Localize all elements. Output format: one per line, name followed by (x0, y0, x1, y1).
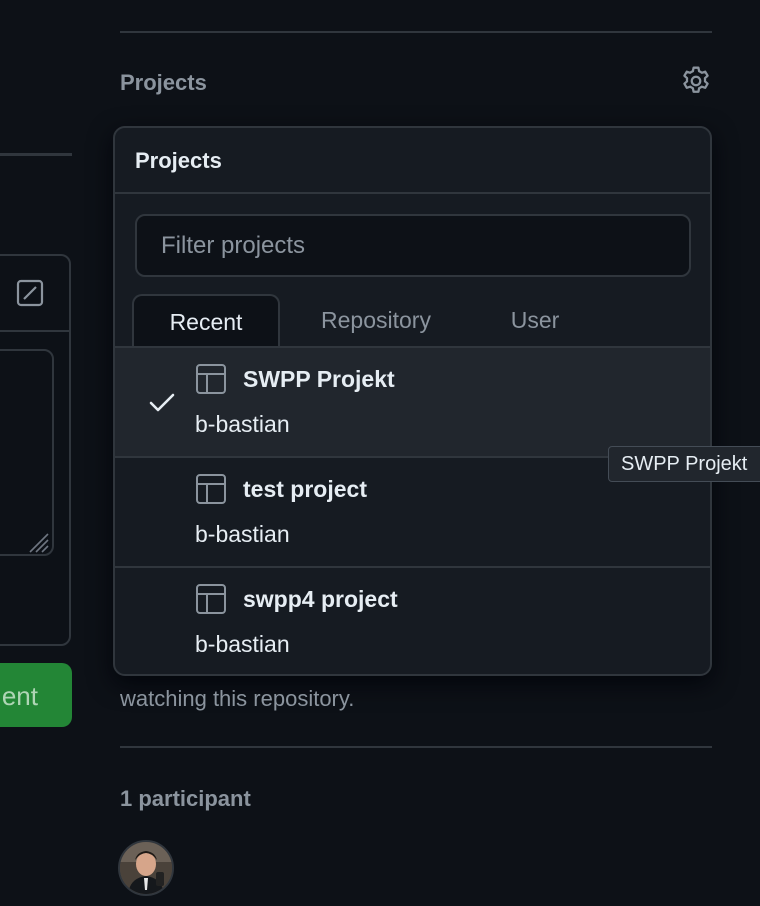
project-name: test project (243, 476, 367, 502)
project-tabs: Recent Repository User (115, 294, 710, 348)
project-name: swpp4 project (243, 586, 398, 612)
tab-repository[interactable]: Repository (295, 294, 457, 346)
project-owner: b-bastian (195, 631, 290, 657)
participants-divider (120, 746, 712, 748)
comment-box-header-divider (0, 330, 71, 332)
check-icon (147, 390, 177, 416)
project-name-tooltip: SWPP Projekt (608, 446, 760, 482)
tab-user[interactable]: User (475, 294, 595, 346)
timeline-divider (0, 153, 72, 156)
projects-sidebar-heading: Projects (120, 70, 207, 95)
popover-title: Projects (135, 148, 222, 173)
project-owner: b-bastian (195, 411, 290, 437)
comment-submit-button[interactable]: ent (0, 663, 72, 727)
participants-heading: 1 participant (120, 786, 251, 811)
top-divider (120, 31, 712, 33)
gear-icon[interactable] (679, 64, 713, 98)
watching-notice: watching this repository. (120, 686, 355, 711)
markdown-toggle-icon[interactable] (16, 279, 44, 307)
resize-grip-icon[interactable] (26, 530, 52, 556)
comment-submit-label: ent (1, 681, 38, 711)
table-icon (195, 583, 227, 615)
table-icon (195, 363, 227, 395)
filter-projects-input[interactable] (135, 214, 691, 277)
comment-textarea[interactable] (0, 349, 54, 556)
avatar[interactable] (118, 840, 174, 896)
projects-popover: Projects Recent Repository User SWPP Pro… (113, 126, 712, 676)
project-item[interactable]: swpp4 project b-bastian (115, 568, 710, 674)
popover-header-divider (115, 192, 710, 194)
project-name: SWPP Projekt (243, 366, 395, 392)
project-owner: b-bastian (195, 521, 290, 547)
project-item[interactable]: SWPP Projekt b-bastian (115, 348, 710, 458)
tab-recent[interactable]: Recent (132, 294, 280, 348)
table-icon (195, 473, 227, 505)
